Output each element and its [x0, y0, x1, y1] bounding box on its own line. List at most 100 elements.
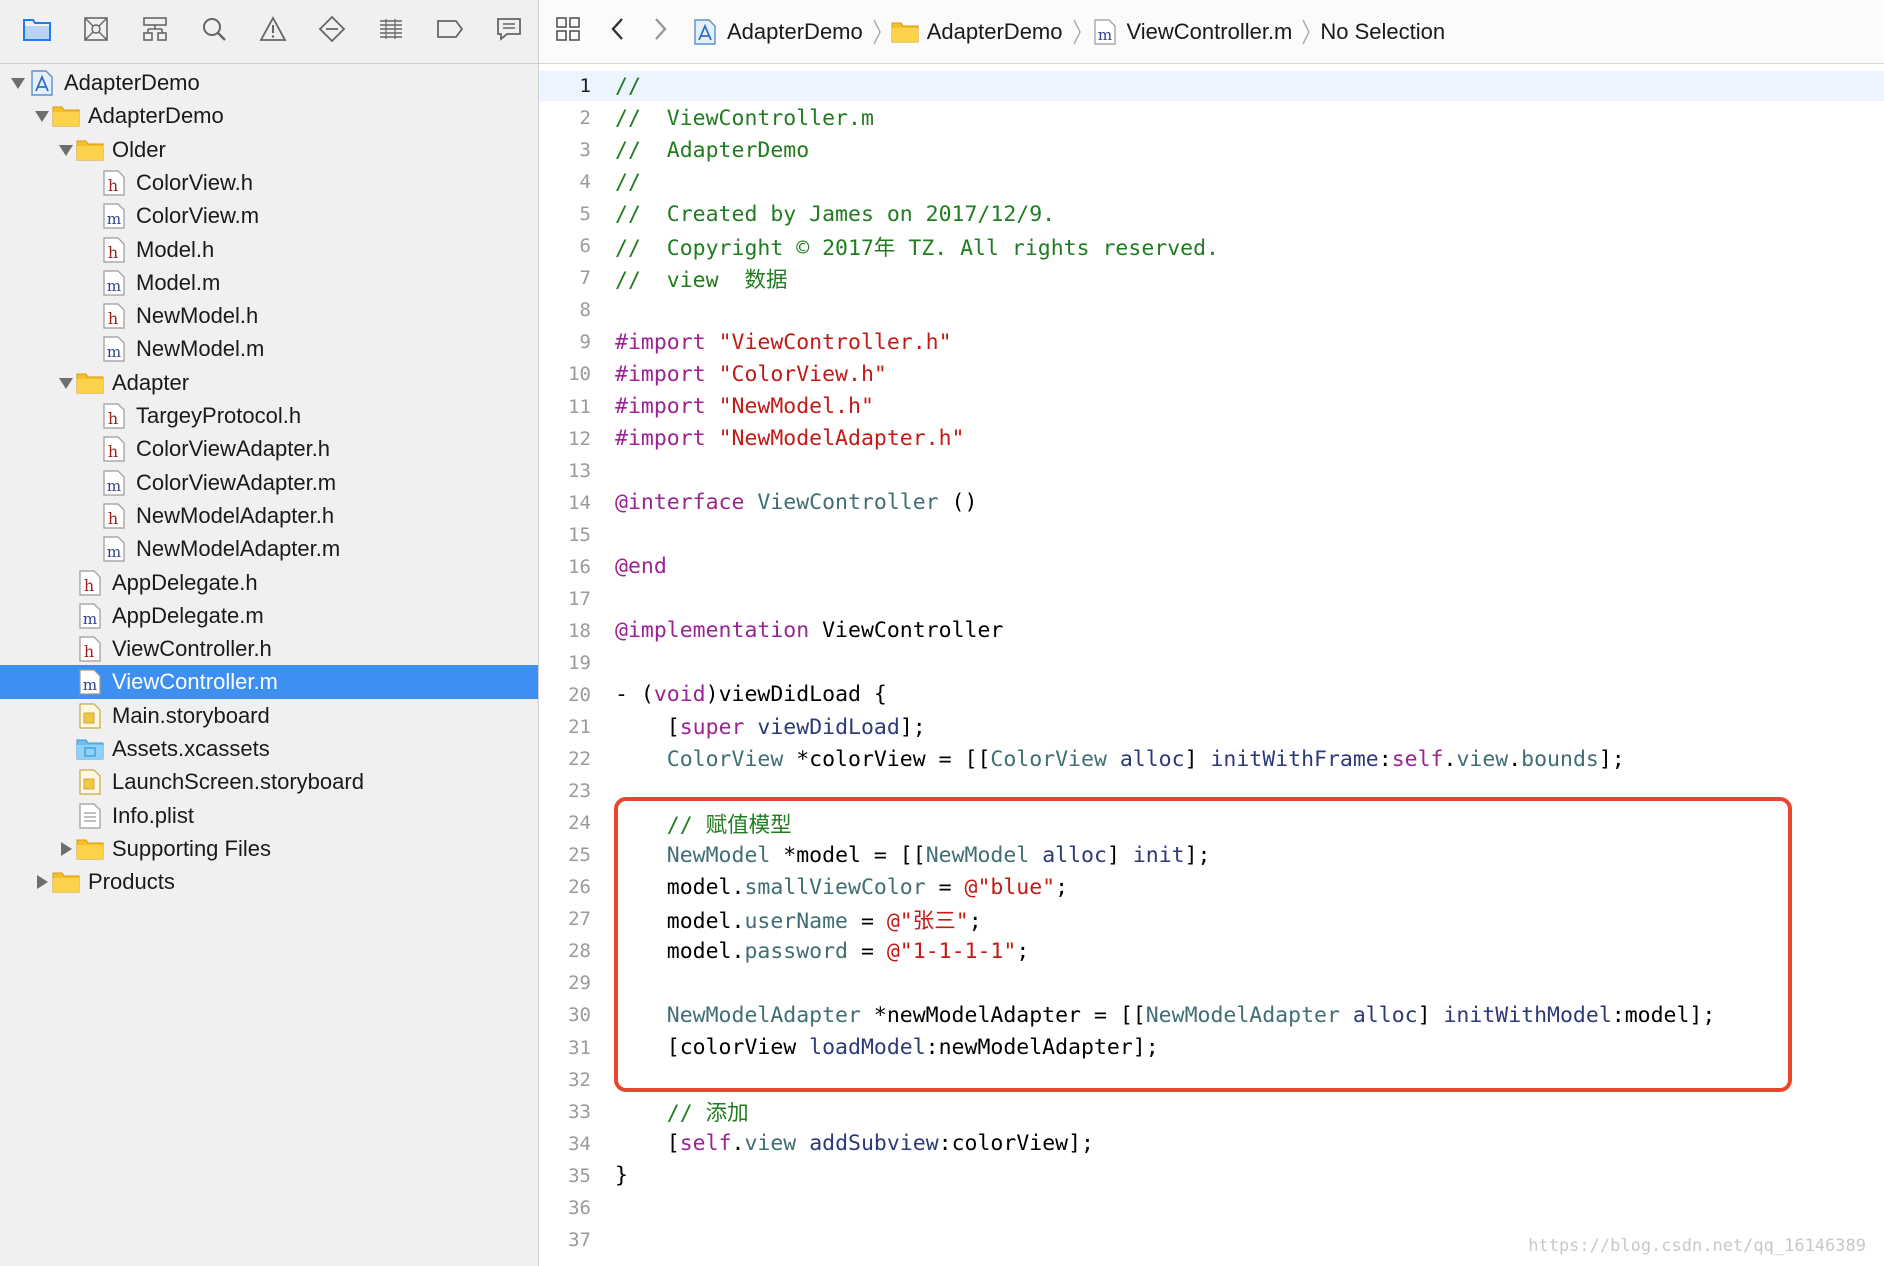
code-line[interactable]: 31 [colorView loadModel:newModelAdapter]…	[539, 1033, 1884, 1063]
tree-item[interactable]: Older	[0, 133, 538, 167]
code-line[interactable]: 9 #import "ViewController.h"	[539, 327, 1884, 357]
breadcrumb-item[interactable]: AdapterDemo	[891, 0, 1063, 64]
test-navigator-button[interactable]	[302, 0, 361, 64]
line-number: 36	[568, 1196, 591, 1219]
symbol-navigator-button[interactable]	[126, 0, 185, 64]
code-line[interactable]: 19	[539, 648, 1884, 678]
code-line[interactable]: 12 #import "NewModelAdapter.h"	[539, 424, 1884, 454]
code-line[interactable]: 17	[539, 584, 1884, 614]
tree-item[interactable]: Main.storyboard	[0, 699, 538, 733]
code-line[interactable]: 16 @end	[539, 552, 1884, 582]
code-line[interactable]: 30 NewModelAdapter *newModelAdapter = [[…	[539, 1000, 1884, 1030]
code-line[interactable]: 22 ColorView *colorView = [[ColorView al…	[539, 744, 1884, 774]
code-line[interactable]: 11 #import "NewModel.h"	[539, 392, 1884, 422]
code-line[interactable]: 21 [super viewDidLoad];	[539, 712, 1884, 742]
project-navigator-button[interactable]	[8, 0, 67, 64]
tree-item[interactable]: Info.plist	[0, 799, 538, 833]
tree-item[interactable]: h Model.h	[0, 233, 538, 267]
code-line[interactable]: 27 model.userName = @"张三";	[539, 904, 1884, 934]
disclosure-open-icon[interactable]	[56, 140, 76, 160]
find-navigator-icon	[201, 16, 227, 47]
code-token: NewModelAdapter	[1145, 1002, 1340, 1028]
tree-item[interactable]: h NewModel.h	[0, 299, 538, 333]
breadcrumb-label: AdapterDemo	[926, 18, 1063, 44]
tree-item[interactable]: Adapter	[0, 366, 538, 400]
code-line[interactable]: 2 // ViewController.m	[539, 103, 1884, 133]
code-line[interactable]: 32	[539, 1065, 1884, 1095]
code-line[interactable]: 20 - (void)viewDidLoad {	[539, 680, 1884, 710]
tree-item[interactable]: h AppDelegate.h	[0, 566, 538, 600]
tree-item[interactable]: m NewModel.m	[0, 332, 538, 366]
code-line[interactable]: 3 // AdapterDemo	[539, 135, 1884, 165]
code-line[interactable]: 15	[539, 520, 1884, 550]
code-line[interactable]: 10 #import "ColorView.h"	[539, 359, 1884, 389]
tree-item[interactable]: m ViewController.m	[0, 665, 538, 700]
code-line[interactable]: 36	[539, 1193, 1884, 1223]
code-line[interactable]: 23	[539, 776, 1884, 806]
m-file-icon: m	[1091, 18, 1119, 46]
tree-item[interactable]: h ColorViewAdapter.h	[0, 432, 538, 466]
tree-item[interactable]: Products	[0, 865, 538, 899]
code-line[interactable]: 29	[539, 968, 1884, 998]
tree-item[interactable]: LaunchScreen.storyboard	[0, 765, 538, 799]
code-line[interactable]: 28 model.password = @"1-1-1-1";	[539, 936, 1884, 966]
forward-button[interactable]	[639, 0, 681, 64]
report-navigator-button[interactable]	[479, 0, 538, 64]
code-line[interactable]: 6 // Copyright © 2017年 TZ. All rights res…	[539, 231, 1884, 261]
disclosure-open-icon[interactable]	[8, 73, 28, 93]
tree-item[interactable]: m AppDelegate.m	[0, 599, 538, 633]
tree-item[interactable]: m Model.m	[0, 266, 538, 300]
code-area[interactable]: 1 // 2 // ViewController.m 3 // AdapterDemo 4 /…	[539, 67, 1884, 1266]
code-line[interactable]: 8	[539, 295, 1884, 325]
storyboard-icon	[76, 701, 104, 731]
code-text: - (void)viewDidLoad {	[615, 682, 887, 707]
code-text: NewModelAdapter *newModelAdapter = [[New…	[615, 1002, 1716, 1028]
code-token: model.	[615, 874, 745, 900]
tree-item[interactable]: AdapterDemo	[0, 99, 538, 133]
tree-item[interactable]: h ViewController.h	[0, 632, 538, 666]
code-token: // ViewController.m	[615, 105, 874, 131]
tree-item[interactable]: AdapterDemo	[0, 66, 538, 100]
code-line[interactable]: 26 model.smallViewColor = @"blue";	[539, 872, 1884, 902]
code-line[interactable]: 33 // 添加	[539, 1097, 1884, 1127]
disclosure-closed-icon[interactable]	[32, 872, 52, 892]
tree-item[interactable]: m NewModelAdapter.m	[0, 532, 538, 566]
tree-item[interactable]: h ColorView.h	[0, 166, 538, 200]
debug-navigator-button[interactable]	[361, 0, 420, 64]
tree-item[interactable]: Assets.xcassets	[0, 732, 538, 766]
code-line[interactable]: 5 // Created by James on 2017/12/9.	[539, 199, 1884, 229]
tree-item[interactable]: m ColorViewAdapter.m	[0, 466, 538, 500]
tree-item[interactable]: h TargeyProtocol.h	[0, 399, 538, 433]
breadcrumb-item[interactable]: AdapterDemo	[691, 0, 863, 64]
back-button[interactable]	[597, 0, 639, 64]
breadcrumb-item[interactable]: No Selection	[1320, 0, 1445, 64]
disclosure-open-icon[interactable]	[32, 106, 52, 126]
code-token: #import	[615, 361, 719, 387]
source-control-navigator-button[interactable]	[67, 0, 126, 64]
code-line[interactable]: 14 @interface ViewController ()	[539, 488, 1884, 518]
disclosure-closed-icon[interactable]	[56, 839, 76, 859]
code-line[interactable]: 24 // 赋值模型	[539, 808, 1884, 838]
code-line[interactable]: 1 //	[539, 71, 1884, 101]
breakpoint-navigator-button[interactable]	[420, 0, 479, 64]
code-line[interactable]: 4 //	[539, 167, 1884, 197]
tree-item[interactable]: h NewModelAdapter.h	[0, 499, 538, 533]
code-line[interactable]: 25 NewModel *model = [[NewModel alloc] i…	[539, 840, 1884, 870]
code-text: NewModel *model = [[NewModel alloc] init…	[615, 843, 1211, 868]
related-items-button[interactable]	[539, 0, 597, 64]
code-line[interactable]: 18 @implementation ViewController	[539, 616, 1884, 646]
tree-item[interactable]: m ColorView.m	[0, 199, 538, 233]
line-number: 23	[568, 780, 591, 803]
code-line[interactable]: 7 // view 数据	[539, 263, 1884, 293]
code-line[interactable]: 13	[539, 456, 1884, 486]
disclosure-open-icon[interactable]	[56, 373, 76, 393]
tree-item[interactable]: Supporting Files	[0, 832, 538, 866]
code-line[interactable]: 34 [self.view addSubview:colorView];	[539, 1129, 1884, 1159]
h-file-icon: h	[100, 434, 128, 464]
issue-navigator-button[interactable]	[244, 0, 303, 64]
find-navigator-button[interactable]	[185, 0, 244, 64]
code-line[interactable]: 35}	[539, 1161, 1884, 1191]
breadcrumb-item[interactable]: m ViewController.m	[1091, 0, 1292, 64]
